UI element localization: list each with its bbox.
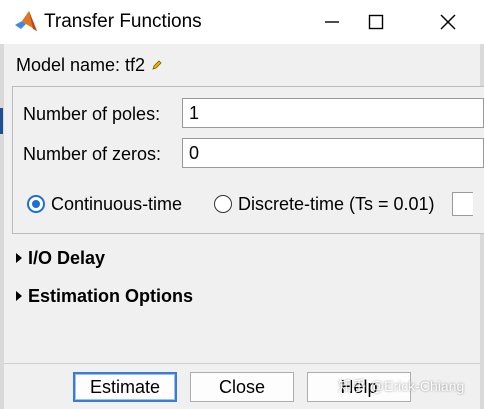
continuous-time-radio[interactable]: [27, 195, 45, 213]
maximize-icon: [368, 14, 384, 30]
model-name-row: Model name: tf2: [16, 53, 163, 77]
sample-time-input[interactable]: [452, 192, 473, 216]
close-icon: [440, 14, 456, 30]
zeros-input[interactable]: [182, 138, 484, 168]
minimize-icon: [325, 21, 339, 23]
background-window-edge: [0, 108, 3, 134]
estimation-options-label: Estimation Options: [28, 286, 194, 306]
discrete-time-label[interactable]: Discrete-time (Ts = 0.01): [238, 193, 435, 215]
continuous-time-label[interactable]: Continuous-time: [51, 193, 182, 215]
io-delay-section[interactable]: I/O Delay: [16, 247, 105, 269]
watermark: 知乎 @Erick-Chiang: [338, 378, 465, 394]
model-name-label: Model name: tf2: [16, 55, 146, 75]
close-window-button[interactable]: [420, 0, 476, 44]
estimate-button[interactable]: Estimate: [73, 372, 177, 402]
maximize-button[interactable]: [348, 0, 404, 44]
title-bar: Transfer Functions: [0, 0, 484, 44]
poles-input[interactable]: [182, 98, 484, 128]
poles-label: Number of poles:: [23, 104, 161, 124]
window-title: Transfer Functions: [44, 11, 202, 32]
io-delay-label: I/O Delay: [28, 248, 106, 268]
footer-divider: [4, 363, 480, 364]
expand-arrow-icon: [16, 291, 22, 301]
discrete-time-radio[interactable]: [214, 195, 232, 213]
close-button[interactable]: Close: [190, 372, 294, 402]
matlab-logo-icon: [15, 11, 37, 31]
zeros-label: Number of zeros:: [23, 144, 162, 164]
window-frame-left: [0, 44, 4, 409]
estimation-options-section[interactable]: Estimation Options: [16, 285, 193, 307]
expand-arrow-icon: [16, 253, 22, 263]
pencil-icon[interactable]: [151, 59, 163, 71]
